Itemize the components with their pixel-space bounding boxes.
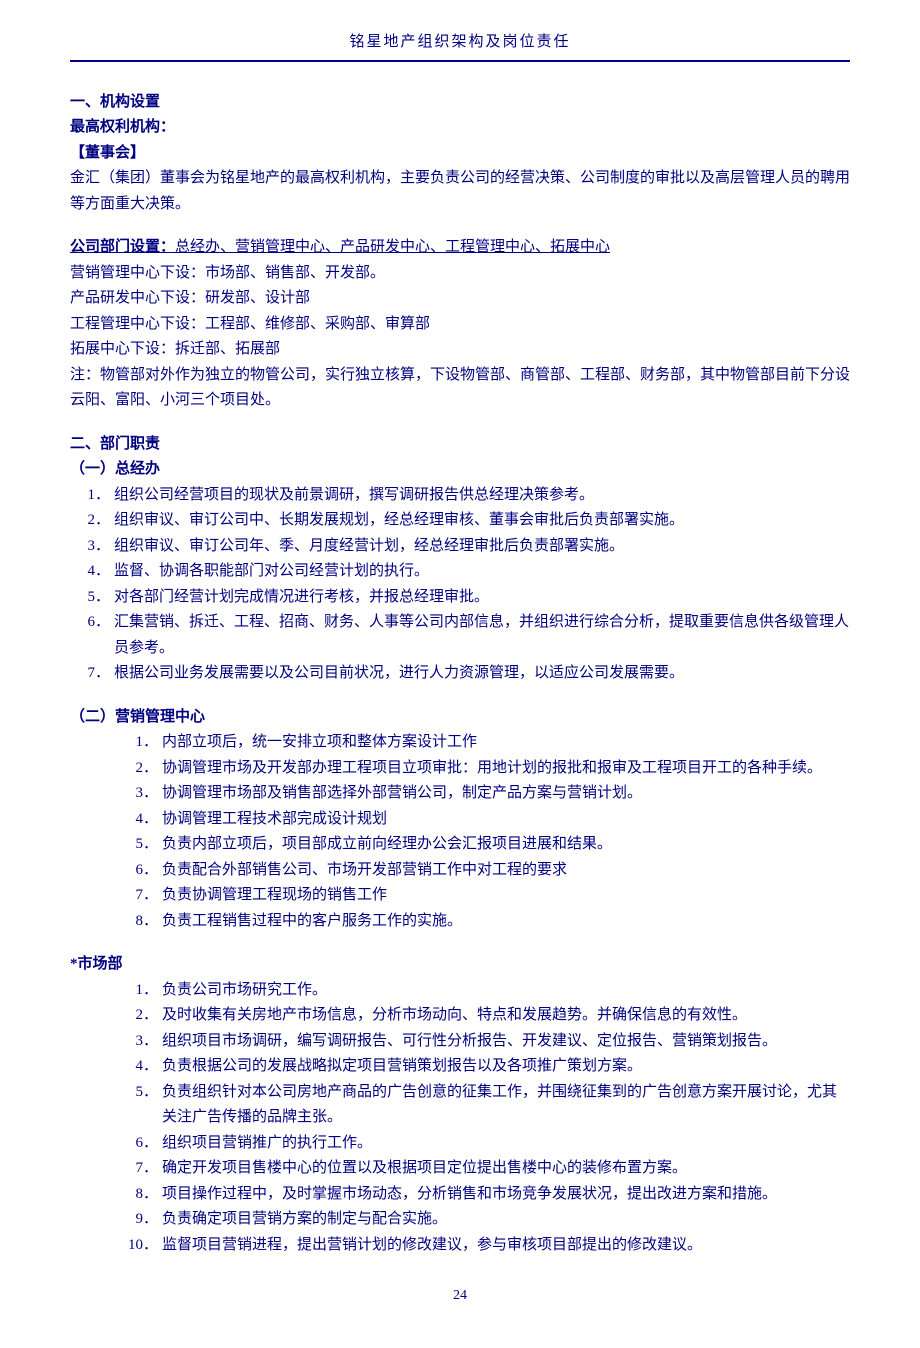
list-item: 协调管理市场及开发部办理工程项目立项审批：用地计划的报批和报审及工程项目开工的各… [162,756,850,782]
section-1-heading: 一、机构设置 [70,90,850,116]
dept-list: 总经办、营销管理中心、产品研发中心、工程管理中心、拓展中心 [175,239,610,255]
list-item: 确定开发项目售楼中心的位置以及根据项目定位提出售楼中心的装修布置方案。 [162,1156,850,1182]
list-item: 负责根据公司的发展战略拟定项目营销策划报告以及各项推广策划方案。 [162,1054,850,1080]
list-item: 组织公司经营项目的现状及前景调研，撰写调研报告供总经理决策参考。 [114,483,850,509]
list-item: 负责配合外部销售公司、市场开发部营销工作中对工程的要求 [162,858,850,884]
list-item: 组织审议、审订公司年、季、月度经营计划，经总经理审批后负责部署实施。 [114,534,850,560]
list-item: 监督项目营销进程，提出营销计划的修改建议，参与审核项目部提出的修改建议。 [162,1233,850,1259]
subsection-2-title: （二）营销管理中心 [70,705,850,731]
sub-dept-2: 产品研发中心下设：研发部、设计部 [70,286,850,312]
dept-note: 注：物管部对外作为独立的物管公司，实行独立核算，下设物管部、商管部、工程部、财务… [70,363,850,414]
top-authority-label: 最高权利机构： [70,115,850,141]
section-2-heading: 二、部门职责 [70,432,850,458]
list-item: 组织项目市场调研，编写调研报告、可行性分析报告、开发建议、定位报告、营销策划报告… [162,1029,850,1055]
list-item: 监督、协调各职能部门对公司经营计划的执行。 [114,559,850,585]
board-label: 【董事会】 [70,141,850,167]
sub-dept-3: 工程管理中心下设：工程部、维修部、采购部、审算部 [70,312,850,338]
general-office-list: 组织公司经营项目的现状及前景调研，撰写调研报告供总经理决策参考。组织审议、审订公… [70,483,850,687]
list-item: 负责协调管理工程现场的销售工作 [162,883,850,909]
list-item: 对各部门经营计划完成情况进行考核，并报总经理审批。 [114,585,850,611]
subsection-1-title: （一）总经办 [70,457,850,483]
dept-label: 公司部门设置： [70,239,175,255]
list-item: 负责公司市场研究工作。 [162,978,850,1004]
list-item: 负责内部立项后，项目部成立前向经理办公会汇报项目进展和结果。 [162,832,850,858]
page-number: 24 [70,1284,850,1308]
list-item: 协调管理市场部及销售部选择外部营销公司，制定产品方案与营销计划。 [162,781,850,807]
sub-dept-4: 拓展中心下设：拆迁部、拓展部 [70,337,850,363]
list-item: 负责确定项目营销方案的制定与配合实施。 [162,1207,850,1233]
list-item: 组织审议、审订公司中、长期发展规划，经总经理审核、董事会审批后负责部署实施。 [114,508,850,534]
page-header: 铭星地产组织架构及岗位责任 [70,30,850,62]
list-item: 组织项目营销推广的执行工作。 [162,1131,850,1157]
list-item: 根据公司业务发展需要以及公司目前状况，进行人力资源管理，以适应公司发展需要。 [114,661,850,687]
market-dept-list: 负责公司市场研究工作。及时收集有关房地产市场信息，分析市场动向、特点和发展趋势。… [70,978,850,1259]
list-item: 项目操作过程中，及时掌握市场动态，分析销售和市场竞争发展状况，提出改进方案和措施… [162,1182,850,1208]
document-page: 铭星地产组织架构及岗位责任 一、机构设置 最高权利机构： 【董事会】 金汇（集团… [0,0,920,1348]
list-item: 内部立项后，统一安排立项和整体方案设计工作 [162,730,850,756]
list-item: 负责组织针对本公司房地产商品的广告创意的征集工作，并围绕征集到的广告创意方案开展… [162,1080,850,1131]
marketing-center-list: 内部立项后，统一安排立项和整体方案设计工作协调管理市场及开发部办理工程项目立项审… [70,730,850,934]
list-item: 协调管理工程技术部完成设计规划 [162,807,850,833]
list-item: 负责工程销售过程中的客户服务工作的实施。 [162,909,850,935]
dept-line: 公司部门设置：总经办、营销管理中心、产品研发中心、工程管理中心、拓展中心 [70,235,850,261]
subsection-3-title: *市场部 [70,952,850,978]
list-item: 汇集营销、拆迁、工程、招商、财务、人事等公司内部信息，并组织进行综合分析，提取重… [114,610,850,661]
board-description: 金汇（集团）董事会为铭星地产的最高权利机构，主要负责公司的经营决策、公司制度的审… [70,166,850,217]
sub-dept-1: 营销管理中心下设：市场部、销售部、开发部。 [70,261,850,287]
list-item: 及时收集有关房地产市场信息，分析市场动向、特点和发展趋势。并确保信息的有效性。 [162,1003,850,1029]
